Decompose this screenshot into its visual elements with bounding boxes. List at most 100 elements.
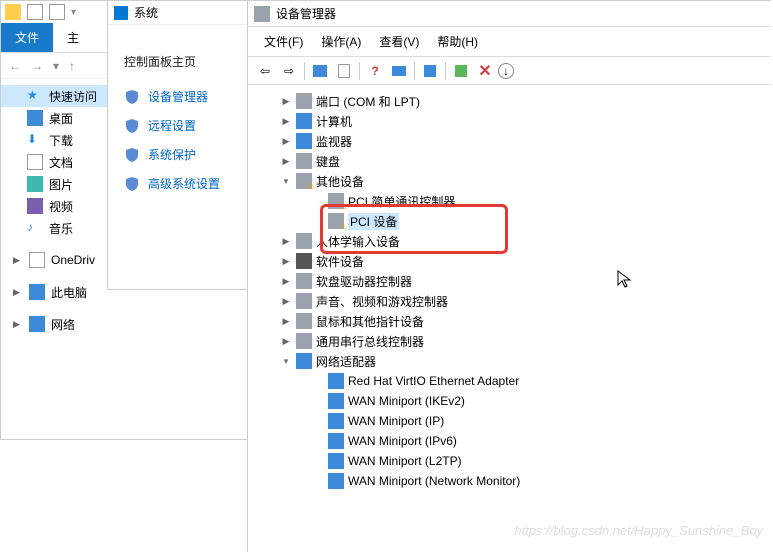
tb-update-icon[interactable]: ↓ [498, 63, 514, 79]
node-mouse[interactable]: ▶ 鼠标和其他指针设备 [252, 311, 767, 331]
chevron-right-icon[interactable]: ▶ [13, 287, 23, 298]
chevron-right-icon[interactable]: ▶ [280, 296, 292, 307]
node-pci-comm[interactable]: PCI 简单通讯控制器 [252, 191, 767, 211]
qat-icon-2[interactable] [49, 4, 65, 20]
chevron-right-icon[interactable]: ▶ [280, 316, 292, 327]
cp-link-label: 高级系统设置 [148, 175, 220, 192]
fe-tab-home[interactable]: 主 [53, 23, 93, 52]
cp-link-label: 远程设置 [148, 117, 196, 134]
node-usb[interactable]: ▶ 通用串行总线控制器 [252, 331, 767, 351]
qat-icon-1[interactable] [27, 4, 43, 20]
chevron-down-icon[interactable]: ▾ [280, 176, 292, 187]
node-label: 声音、视频和游戏控制器 [316, 293, 448, 310]
chevron-right-icon[interactable]: ▶ [280, 336, 292, 347]
dm-titlebar: 设备管理器 [248, 1, 771, 27]
node-monitors[interactable]: ▶ 监视器 [252, 131, 767, 151]
node-net-ip[interactable]: WAN Miniport (IP) [252, 411, 767, 431]
fe-item-label: 图片 [49, 176, 73, 193]
node-sound[interactable]: ▶ 声音、视频和游戏控制器 [252, 291, 767, 311]
fe-network[interactable]: ▶ 网络 [1, 313, 249, 335]
chevron-right-icon[interactable]: ▶ [280, 136, 292, 147]
node-other[interactable]: ▾ 其他设备 [252, 171, 767, 191]
node-ports[interactable]: ▶ 端口 (COM 和 LPT) [252, 91, 767, 111]
cp-link-label: 设备管理器 [148, 88, 208, 105]
fe-item-label: 网络 [51, 316, 75, 333]
dm-menu-file[interactable]: 文件(F) [256, 31, 311, 52]
tb-uninstall-icon[interactable]: ✕ [474, 61, 496, 81]
node-net-l2tp[interactable]: WAN Miniport (L2TP) [252, 451, 767, 471]
nav-recent-icon[interactable]: ▾ [49, 57, 63, 75]
tb-properties-icon[interactable] [333, 61, 355, 81]
node-label: PCI 设备 [348, 213, 399, 230]
nav-forward-icon[interactable]: → [27, 57, 47, 75]
chevron-right-icon[interactable]: ▶ [13, 319, 23, 330]
node-label: 端口 (COM 和 LPT) [316, 93, 420, 110]
chevron-right-icon[interactable]: ▶ [280, 156, 292, 167]
node-label: WAN Miniport (IP) [348, 414, 444, 428]
node-pci-dev[interactable]: PCI 设备 [252, 211, 767, 231]
dm-toolbar: ⇦ ⇨ ? ✕ ↓ [248, 57, 771, 85]
node-floppy[interactable]: ▶ 软盘驱动器控制器 [252, 271, 767, 291]
node-net-virtio[interactable]: Red Hat VirtIO Ethernet Adapter [252, 371, 767, 391]
dm-title-text: 设备管理器 [276, 5, 336, 22]
node-network[interactable]: ▾ 网络适配器 [252, 351, 767, 371]
fe-item-label: 下载 [49, 132, 73, 149]
node-net-monitor[interactable]: WAN Miniport (Network Monitor) [252, 471, 767, 491]
usb-icon [296, 333, 312, 349]
fe-item-label: 此电脑 [51, 284, 87, 301]
hid-icon [296, 233, 312, 249]
node-hid[interactable]: ▶ 人体学输入设备 [252, 231, 767, 251]
node-net-ikev2[interactable]: WAN Miniport (IKEv2) [252, 391, 767, 411]
chevron-right-icon[interactable]: ▶ [280, 276, 292, 287]
node-software[interactable]: ▶ 软件设备 [252, 251, 767, 271]
tb-help-icon[interactable]: ? [364, 61, 386, 81]
thispc-icon [29, 284, 45, 300]
chevron-down-icon[interactable]: ▾ [280, 356, 292, 367]
chevron-right-icon[interactable]: ▶ [280, 116, 292, 127]
node-computer[interactable]: ▶ 计算机 [252, 111, 767, 131]
nav-up-icon[interactable]: ↑ [65, 57, 79, 75]
cp-link-label: 系统保护 [148, 146, 196, 163]
node-label: 鼠标和其他指针设备 [316, 313, 424, 330]
chevron-right-icon[interactable]: ▶ [280, 256, 292, 267]
network-adapter-icon [296, 353, 312, 369]
shield-icon [124, 176, 140, 192]
tb-forward-icon[interactable]: ⇨ [278, 61, 300, 81]
tb-showall-icon[interactable] [309, 61, 331, 81]
network-icon [29, 316, 45, 332]
node-label: 计算机 [316, 113, 352, 130]
software-icon [296, 253, 312, 269]
qat-overflow-icon[interactable]: ▾ [71, 7, 76, 18]
tb-scan-icon[interactable] [419, 61, 441, 81]
nic-icon [328, 473, 344, 489]
unknown-device-icon [328, 213, 344, 229]
chevron-right-icon[interactable]: ▶ [280, 236, 292, 247]
fe-item-label: 文档 [49, 154, 73, 171]
dm-menubar: 文件(F) 操作(A) 查看(V) 帮助(H) [248, 27, 771, 57]
nic-icon [328, 413, 344, 429]
node-net-ipv6[interactable]: WAN Miniport (IPv6) [252, 431, 767, 451]
node-label: 键盘 [316, 153, 340, 170]
star-icon: ★ [27, 88, 43, 104]
fe-item-label: 快速访问 [49, 88, 97, 105]
shield-icon [124, 89, 140, 105]
documents-icon [27, 154, 43, 170]
fe-tab-file[interactable]: 文件 [1, 23, 53, 52]
node-label: 软件设备 [316, 253, 364, 270]
tb-enable-icon[interactable] [450, 61, 472, 81]
shield-icon [124, 118, 140, 134]
desktop-icon [27, 110, 43, 126]
chevron-right-icon[interactable]: ▶ [280, 96, 292, 107]
dm-menu-action[interactable]: 操作(A) [313, 31, 369, 52]
node-keyboards[interactable]: ▶ 键盘 [252, 151, 767, 171]
nic-icon [328, 393, 344, 409]
dm-menu-help[interactable]: 帮助(H) [429, 31, 486, 52]
tb-view-icon[interactable] [388, 61, 410, 81]
nav-back-icon[interactable]: ← [5, 57, 25, 75]
tb-back-icon[interactable]: ⇦ [254, 61, 276, 81]
other-devices-icon [296, 173, 312, 189]
dm-menu-view[interactable]: 查看(V) [371, 31, 427, 52]
devmgr-icon [254, 6, 270, 22]
floppy-icon [296, 273, 312, 289]
chevron-right-icon[interactable]: ▶ [13, 255, 23, 266]
